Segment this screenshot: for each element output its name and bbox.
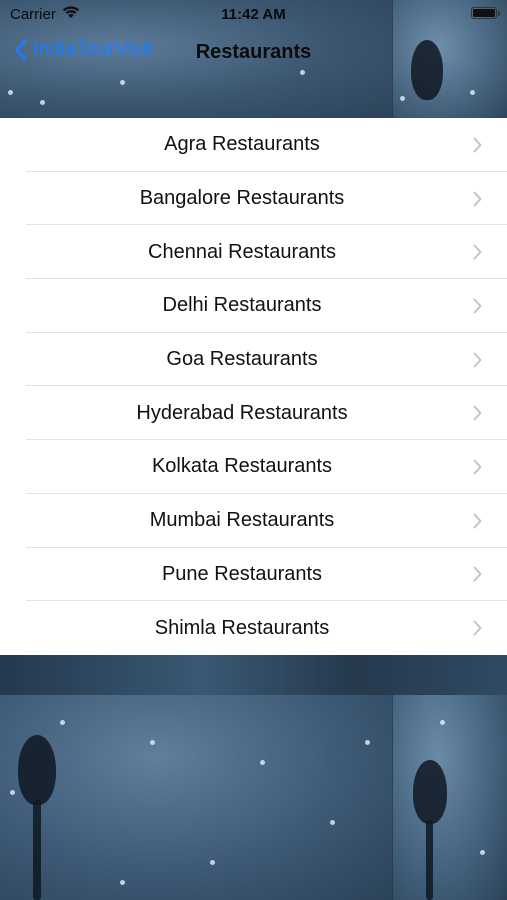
list-item-label: Goa Restaurants <box>166 348 318 371</box>
list-item-mumbai[interactable]: Mumbai Restaurants <box>0 494 507 548</box>
sparkle <box>260 760 265 765</box>
sparkle <box>150 740 155 745</box>
chevron-right-icon <box>473 244 482 260</box>
list-item-shimla[interactable]: Shimla Restaurants <box>0 601 507 655</box>
list-item-kolkata[interactable]: Kolkata Restaurants <box>0 440 507 494</box>
list-item-label: Kolkata Restaurants <box>151 455 333 478</box>
chevron-right-icon <box>473 459 482 475</box>
spoon-silhouette <box>18 735 56 805</box>
list-item-delhi[interactable]: Delhi Restaurants <box>0 279 507 333</box>
background-tile <box>392 695 507 900</box>
sparkle <box>470 90 475 95</box>
chevron-right-icon <box>473 137 482 153</box>
background-tile <box>0 695 392 900</box>
sparkle <box>40 100 45 105</box>
chevron-right-icon <box>473 566 482 582</box>
sparkle <box>480 850 485 855</box>
list-item-agra[interactable]: Agra Restaurants <box>0 118 507 172</box>
status-bar: Carrier 11:42 AM <box>0 0 507 28</box>
sparkle <box>10 790 15 795</box>
chevron-right-icon <box>473 405 482 421</box>
list-item-label: Pune Restaurants <box>161 562 323 585</box>
list-item-chennai[interactable]: Chennai Restaurants <box>0 225 507 280</box>
sparkle <box>330 820 335 825</box>
chevron-right-icon <box>473 352 482 368</box>
sparkle <box>365 740 370 745</box>
list-item-label: Delhi Restaurants <box>162 294 322 317</box>
spoon-silhouette <box>413 760 447 824</box>
chevron-right-icon <box>473 191 482 207</box>
background-strip <box>0 655 507 695</box>
navigation-bar: IndiaTourVisit Restaurants <box>0 28 507 78</box>
restaurant-city-list: Agra Restaurants Bangalore Restaurants C… <box>0 118 507 655</box>
list-item-label: Bangalore Restaurants <box>139 187 345 210</box>
background-seam <box>392 695 393 900</box>
sparkle <box>400 96 405 101</box>
list-item-label: Agra Restaurants <box>164 133 320 156</box>
list-item-pune[interactable]: Pune Restaurants <box>0 548 507 602</box>
battery-icon <box>471 7 500 19</box>
list-item-label: Hyderabad Restaurants <box>136 401 348 424</box>
sparkle <box>210 860 215 865</box>
sparkle <box>120 80 125 85</box>
sparkle <box>60 720 65 725</box>
clock: 11:42 AM <box>221 6 286 23</box>
spoon-stem <box>33 800 41 900</box>
list-item-bangalore[interactable]: Bangalore Restaurants <box>0 172 507 226</box>
sparkle <box>440 720 445 725</box>
chevron-right-icon <box>473 298 482 314</box>
sparkle <box>120 880 125 885</box>
chevron-right-icon <box>473 620 482 636</box>
list-item-label: Mumbai Restaurants <box>149 509 335 532</box>
list-item-goa[interactable]: Goa Restaurants <box>0 333 507 387</box>
chevron-right-icon <box>473 513 482 529</box>
sparkle <box>8 90 13 95</box>
list-item-label: Shimla Restaurants <box>154 616 330 639</box>
spoon-stem <box>426 820 433 900</box>
page-title: Restaurants <box>195 41 312 63</box>
list-item-label: Chennai Restaurants <box>148 240 336 263</box>
list-item-hyderabad[interactable]: Hyderabad Restaurants <box>0 386 507 441</box>
